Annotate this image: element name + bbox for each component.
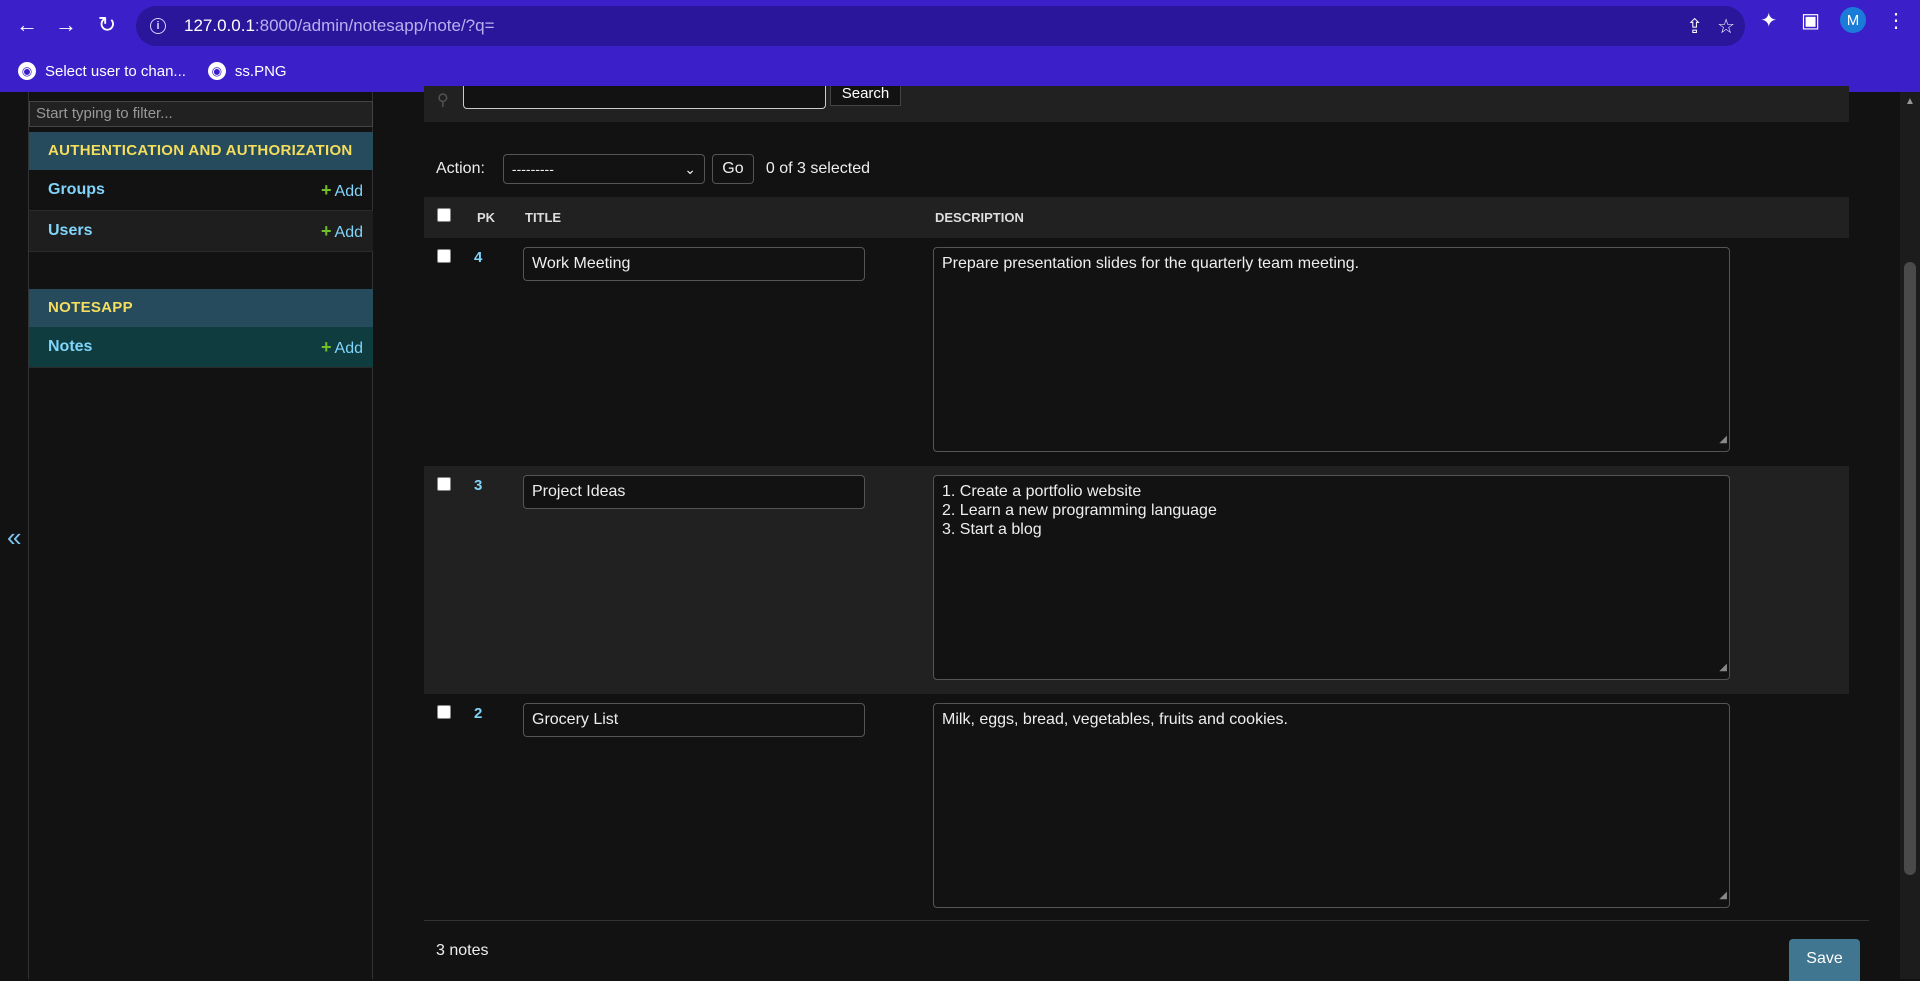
table-row: 3 Project Ideas 1. Create a portfolio we… — [424, 466, 1849, 694]
result-count: 3 notes — [436, 942, 489, 959]
description-textarea[interactable]: 1. Create a portfolio website 2. Learn a… — [933, 475, 1730, 680]
column-header-description[interactable]: DESCRIPTION — [935, 210, 1024, 225]
action-label: Action: — [436, 160, 485, 177]
sidebar-item-notes[interactable]: Notes + Add — [29, 327, 373, 368]
resize-handle-icon[interactable]: ◢ — [1719, 658, 1727, 677]
site-info-icon[interactable]: i — [150, 18, 166, 34]
browser-toolbar: ← → ↻ i 127.0.0.1:8000/admin/notesapp/no… — [0, 0, 1920, 50]
action-select[interactable]: --------- ⌄ — [502, 154, 705, 184]
add-link[interactable]: + Add — [321, 221, 363, 242]
collapse-icon[interactable]: « — [7, 522, 21, 553]
chevron-down-icon: ⌄ — [684, 160, 696, 177]
go-button[interactable]: Go — [711, 154, 754, 184]
app-header-notesapp[interactable]: NOTESAPP — [29, 289, 373, 327]
resize-handle-icon[interactable]: ◢ — [1719, 430, 1727, 449]
reload-icon[interactable]: ↻ — [89, 7, 125, 43]
sidebar-toggle[interactable]: « — [0, 92, 29, 979]
plus-icon: + — [321, 179, 332, 200]
back-icon[interactable]: ← — [9, 7, 45, 43]
model-link[interactable]: Users — [48, 222, 92, 240]
avatar[interactable]: M — [1840, 7, 1866, 33]
row-pk-link[interactable]: 2 — [474, 705, 482, 722]
row-checkbox[interactable] — [437, 477, 451, 491]
forward-icon[interactable]: → — [48, 7, 84, 43]
changelist: ⚲ Search Action: --------- ⌄ Go 0 of 3 s… — [424, 86, 1869, 981]
search-icon: ⚲ — [437, 92, 449, 109]
divider — [424, 920, 1869, 921]
search-input[interactable] — [463, 86, 826, 109]
column-header-pk[interactable]: PK — [477, 210, 495, 225]
scroll-up-icon[interactable]: ▲ — [1905, 96, 1915, 107]
plus-icon: + — [321, 220, 332, 241]
column-header-title[interactable]: TITLE — [525, 210, 561, 225]
row-checkbox[interactable] — [437, 249, 451, 263]
search-toolbar: ⚲ Search — [424, 86, 1849, 122]
extensions-icon[interactable]: ✦ — [1760, 8, 1777, 33]
side-panel-icon[interactable]: ▣ — [1801, 8, 1820, 33]
sidebar-item-groups[interactable]: Groups + Add — [29, 170, 373, 211]
plus-icon: + — [321, 336, 332, 357]
app-header-auth[interactable]: AUTHENTICATION AND AUTHORIZATION — [29, 132, 373, 170]
title-input[interactable]: Project Ideas — [523, 475, 865, 509]
title-input[interactable]: Work Meeting — [523, 247, 865, 281]
description-textarea[interactable]: Prepare presentation slides for the quar… — [933, 247, 1730, 452]
url-text: 127.0.0.1:8000/admin/notesapp/note/?q= — [184, 16, 495, 35]
bookmark-item[interactable]: ◉ ss.PNG — [207, 62, 287, 80]
globe-icon: ◉ — [207, 62, 226, 80]
bookmark-item[interactable]: ◉ Select user to chan... — [18, 62, 186, 80]
save-button[interactable]: Save — [1789, 939, 1860, 981]
menu-kebab-icon[interactable]: ⋮ — [1886, 8, 1906, 33]
address-bar[interactable]: i 127.0.0.1:8000/admin/notesapp/note/?q=… — [136, 6, 1745, 46]
select-all-checkbox[interactable] — [437, 208, 451, 222]
actions-bar: Action: --------- ⌄ Go 0 of 3 selected — [436, 154, 870, 184]
resize-handle-icon[interactable]: ◢ — [1719, 886, 1727, 905]
table-row: 2 Grocery List Milk, eggs, bread, vegeta… — [424, 694, 1849, 922]
table-header: PK TITLE DESCRIPTION — [424, 197, 1849, 238]
scrollbar[interactable]: ▲ — [1900, 92, 1920, 979]
model-link[interactable]: Groups — [48, 181, 105, 199]
row-checkbox[interactable] — [437, 705, 451, 719]
admin-page: « Start typing to filter... AUTHENTICATI… — [0, 86, 1920, 981]
globe-icon: ◉ — [18, 62, 36, 80]
table-row: 4 Work Meeting Prepare presentation slid… — [424, 238, 1849, 466]
sidebar: Start typing to filter... AUTHENTICATION… — [29, 92, 373, 979]
selection-counter: 0 of 3 selected — [765, 160, 870, 177]
model-link[interactable]: Notes — [48, 338, 92, 356]
row-pk-link[interactable]: 3 — [474, 477, 482, 494]
scrollbar-thumb[interactable] — [1904, 262, 1916, 875]
add-link[interactable]: + Add — [321, 180, 363, 201]
add-link[interactable]: + Add — [321, 337, 363, 358]
title-input[interactable]: Grocery List — [523, 703, 865, 737]
description-textarea[interactable]: Milk, eggs, bread, vegetables, fruits an… — [933, 703, 1730, 908]
bookmark-star-icon[interactable]: ☆ — [1717, 14, 1735, 39]
sidebar-item-users[interactable]: Users + Add — [29, 211, 373, 252]
share-icon[interactable]: ⇪ — [1686, 14, 1703, 39]
search-button[interactable]: Search — [830, 86, 901, 106]
nav-filter-input[interactable]: Start typing to filter... — [29, 101, 373, 127]
row-pk-link[interactable]: 4 — [474, 249, 482, 266]
